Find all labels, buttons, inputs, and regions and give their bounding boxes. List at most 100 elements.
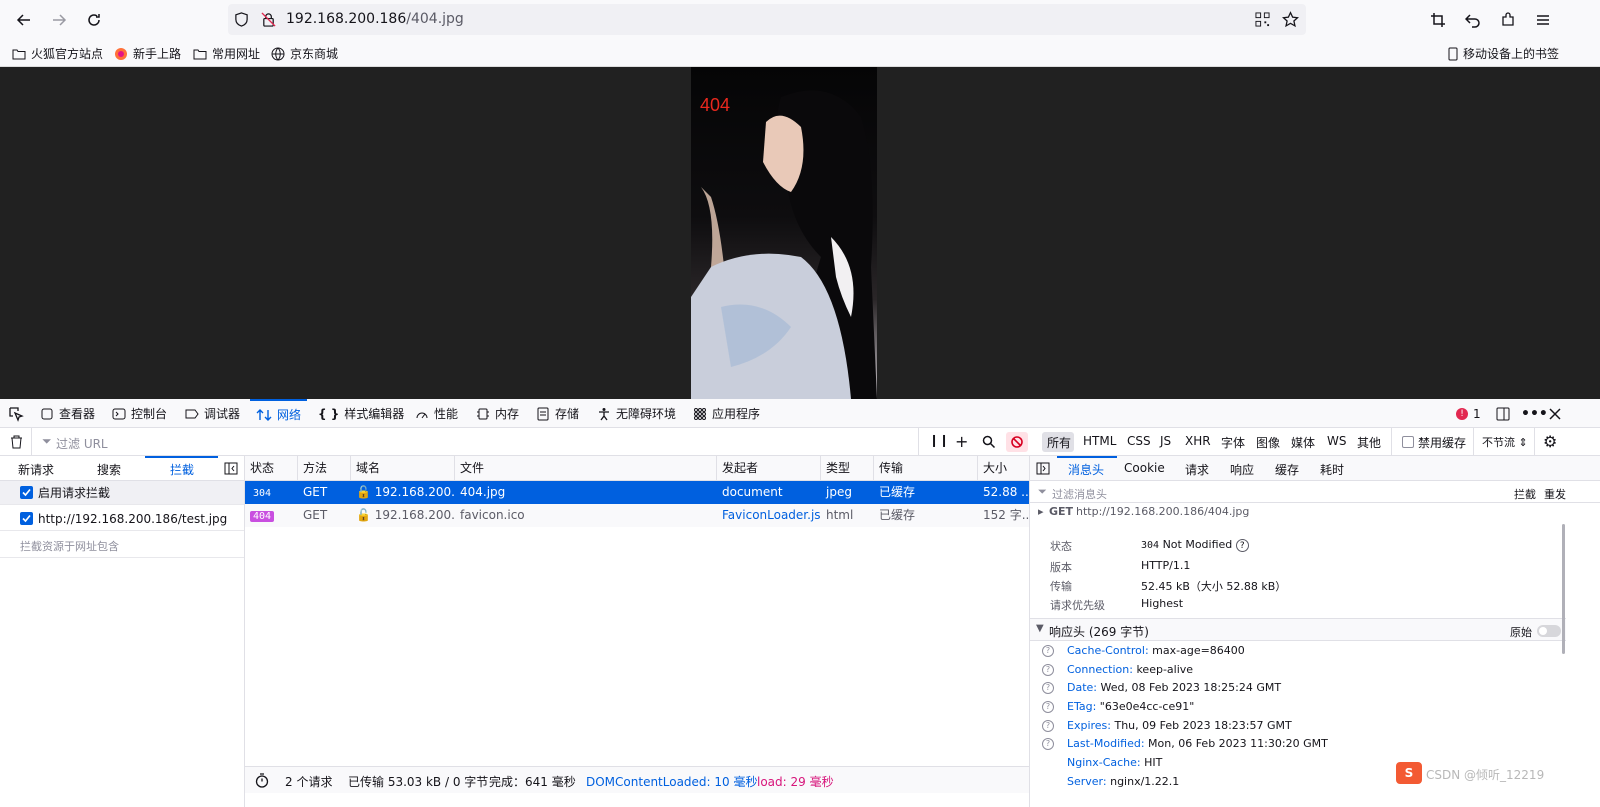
tab-application[interactable]: 应用程序 [693, 399, 760, 428]
intercept-url-input[interactable]: 拦截资源于网址包含 [0, 534, 244, 558]
header-row[interactable]: ? Expires: Thu, 09 Feb 2023 18:23:57 GMT [1030, 716, 1570, 735]
search-icon[interactable] [982, 435, 996, 449]
type-filter-media[interactable]: 媒体 [1291, 434, 1315, 451]
shield-icon[interactable] [234, 12, 249, 27]
mobile-bookmarks[interactable]: 移动设备上的书签 [1448, 45, 1559, 62]
url-filter-input[interactable]: ⏷ 过滤 URL [31, 428, 919, 456]
bookmark-item[interactable]: 火狐官方站点 [12, 45, 103, 62]
type-filter-images[interactable]: 图像 [1256, 434, 1280, 451]
tab-accessibility[interactable]: 无障碍环境 [597, 399, 676, 428]
type-filter-html[interactable]: HTML [1083, 434, 1116, 448]
tab-style-editor[interactable]: { } 样式编辑器 [318, 399, 404, 428]
type-filter-ws[interactable]: WS [1327, 434, 1346, 448]
disable-cache-checkbox[interactable] [1402, 436, 1414, 448]
star-bookmark-icon[interactable] [1282, 11, 1299, 28]
column-header-type[interactable]: 类型 [821, 456, 874, 481]
help-icon[interactable]: ? [1042, 644, 1054, 657]
type-filter-xhr[interactable]: XHR [1185, 434, 1211, 448]
more-options-button[interactable]: ••• [1521, 399, 1548, 428]
menu-button[interactable] [1529, 6, 1557, 34]
active-tab-indicator [1057, 456, 1117, 458]
trash-icon[interactable] [10, 435, 23, 449]
undo-button[interactable] [1459, 6, 1487, 34]
raw-toggle-switch[interactable] [1537, 625, 1561, 637]
tab-inspector[interactable]: 查看器 [40, 399, 95, 428]
qr-code-icon[interactable] [1255, 12, 1270, 27]
help-icon[interactable]: ? [1042, 737, 1054, 750]
enable-intercept-row[interactable]: 启用请求拦截 [0, 481, 244, 505]
close-devtools-button[interactable] [1549, 399, 1561, 428]
initiator-link[interactable]: FaviconLoader.js... [717, 504, 821, 527]
help-icon[interactable]: ? [1042, 719, 1054, 732]
tab-intercept[interactable]: 拦截 [170, 461, 194, 478]
tab-performance[interactable]: 性能 [415, 399, 458, 428]
help-icon[interactable]: ? [1235, 539, 1249, 552]
tab-memory[interactable]: 内存 [476, 399, 519, 428]
stopwatch-icon[interactable] [255, 773, 269, 788]
tab-headers[interactable]: 消息头 [1068, 461, 1104, 478]
header-row[interactable]: ? Date: Wed, 08 Feb 2023 18:25:24 GMT [1030, 678, 1570, 697]
help-icon[interactable]: ? [1042, 681, 1054, 694]
bookmark-item[interactable]: 京东商城 [271, 45, 338, 62]
toggle-panel-icon[interactable] [1036, 462, 1050, 475]
response-headers-section[interactable]: ▼ 响应头 (269 字节) 原始 [1030, 618, 1566, 641]
resend-button[interactable]: 重发 [1544, 486, 1566, 502]
help-icon[interactable]: ? [1042, 700, 1054, 713]
screenshot-button[interactable] [1424, 6, 1452, 34]
tab-storage[interactable]: 存储 [536, 399, 579, 428]
header-row[interactable]: ? ETag: "63e0e4cc-ce91" [1030, 697, 1570, 716]
tab-debugger[interactable]: 调试器 [185, 399, 240, 428]
column-header-method[interactable]: 方法 [298, 456, 351, 481]
type-filter-all-label[interactable]: 所有 [1047, 434, 1071, 451]
url-bar[interactable]: 192.168.200.186/404.jpg [228, 4, 1306, 35]
column-header-file[interactable]: 文件 [455, 456, 717, 481]
checkbox-checked-icon[interactable] [20, 512, 33, 525]
column-header-initiator[interactable]: 发起者 [717, 456, 821, 481]
request-line[interactable]: ▸ GET http://192.168.200.186/404.jpg [1030, 503, 1600, 521]
header-row[interactable]: ? Connection: keep-alive [1030, 660, 1570, 679]
block-button[interactable] [1006, 432, 1028, 452]
tab-request[interactable]: 请求 [1185, 461, 1209, 478]
type-filter-fonts[interactable]: 字体 [1221, 434, 1245, 451]
header-row[interactable]: ? Last-Modified: Mon, 06 Feb 2023 11:30:2… [1030, 734, 1570, 753]
tab-console[interactable]: 控制台 [112, 399, 167, 428]
tab-cookie[interactable]: Cookie [1124, 461, 1165, 475]
header-row[interactable]: ? Cache-Control: max-age=86400 [1030, 641, 1570, 660]
insecure-lock-icon[interactable] [261, 12, 276, 27]
url-text[interactable]: 192.168.200.186/404.jpg [286, 11, 464, 27]
tab-response[interactable]: 响应 [1230, 461, 1254, 478]
bookmark-item[interactable]: 常用网址 [193, 45, 260, 62]
tab-cache[interactable]: 缓存 [1275, 461, 1299, 478]
error-count-badge[interactable]: ! 1 [1456, 399, 1481, 428]
back-button[interactable] [10, 6, 38, 34]
type-filter-other[interactable]: 其他 [1357, 434, 1381, 451]
reload-button[interactable] [80, 6, 108, 34]
tab-search[interactable]: 搜索 [97, 461, 121, 478]
scrollbar-thumb[interactable] [1562, 524, 1565, 654]
column-header-size[interactable]: 大小 [978, 456, 1029, 481]
forward-button[interactable] [45, 6, 73, 34]
plus-icon[interactable]: + [955, 432, 968, 451]
checkbox-checked-icon[interactable] [20, 486, 33, 499]
intercept-rule-row[interactable]: http://192.168.200.186/test.jpg [0, 507, 244, 531]
pause-icon[interactable]: ❙❙ [929, 433, 949, 447]
column-header-transfer[interactable]: 传输 [874, 456, 978, 481]
tab-timings[interactable]: 耗时 [1320, 461, 1344, 478]
network-settings-gear-icon[interactable]: ⚙ [1543, 432, 1557, 451]
block-request-button[interactable]: 拦截 [1514, 486, 1536, 502]
tab-new-request[interactable]: 新请求 [18, 461, 54, 478]
type-filter-js[interactable]: JS [1160, 434, 1171, 448]
table-row[interactable]: 404 GET 🔓 192.168.200.1... favicon.ico F… [245, 504, 1029, 527]
column-header-domain[interactable]: 域名 [351, 456, 455, 481]
column-header-status[interactable]: 状态 [245, 456, 298, 481]
type-filter-css[interactable]: CSS [1127, 434, 1151, 448]
dock-button[interactable] [1496, 399, 1510, 428]
element-picker-button[interactable] [8, 399, 24, 428]
tab-network[interactable]: 网络 [250, 399, 308, 428]
throttle-select[interactable]: 不节流 ⇕ [1482, 434, 1528, 450]
bookmark-item[interactable]: 新手上路 [114, 45, 181, 62]
help-icon[interactable]: ? [1042, 663, 1054, 676]
table-row[interactable]: 304 GET 🔓 192.168.200.1... 404.jpg docum… [245, 481, 1029, 504]
collapse-sidebar-icon[interactable] [224, 462, 238, 475]
extensions-button[interactable] [1494, 6, 1522, 34]
